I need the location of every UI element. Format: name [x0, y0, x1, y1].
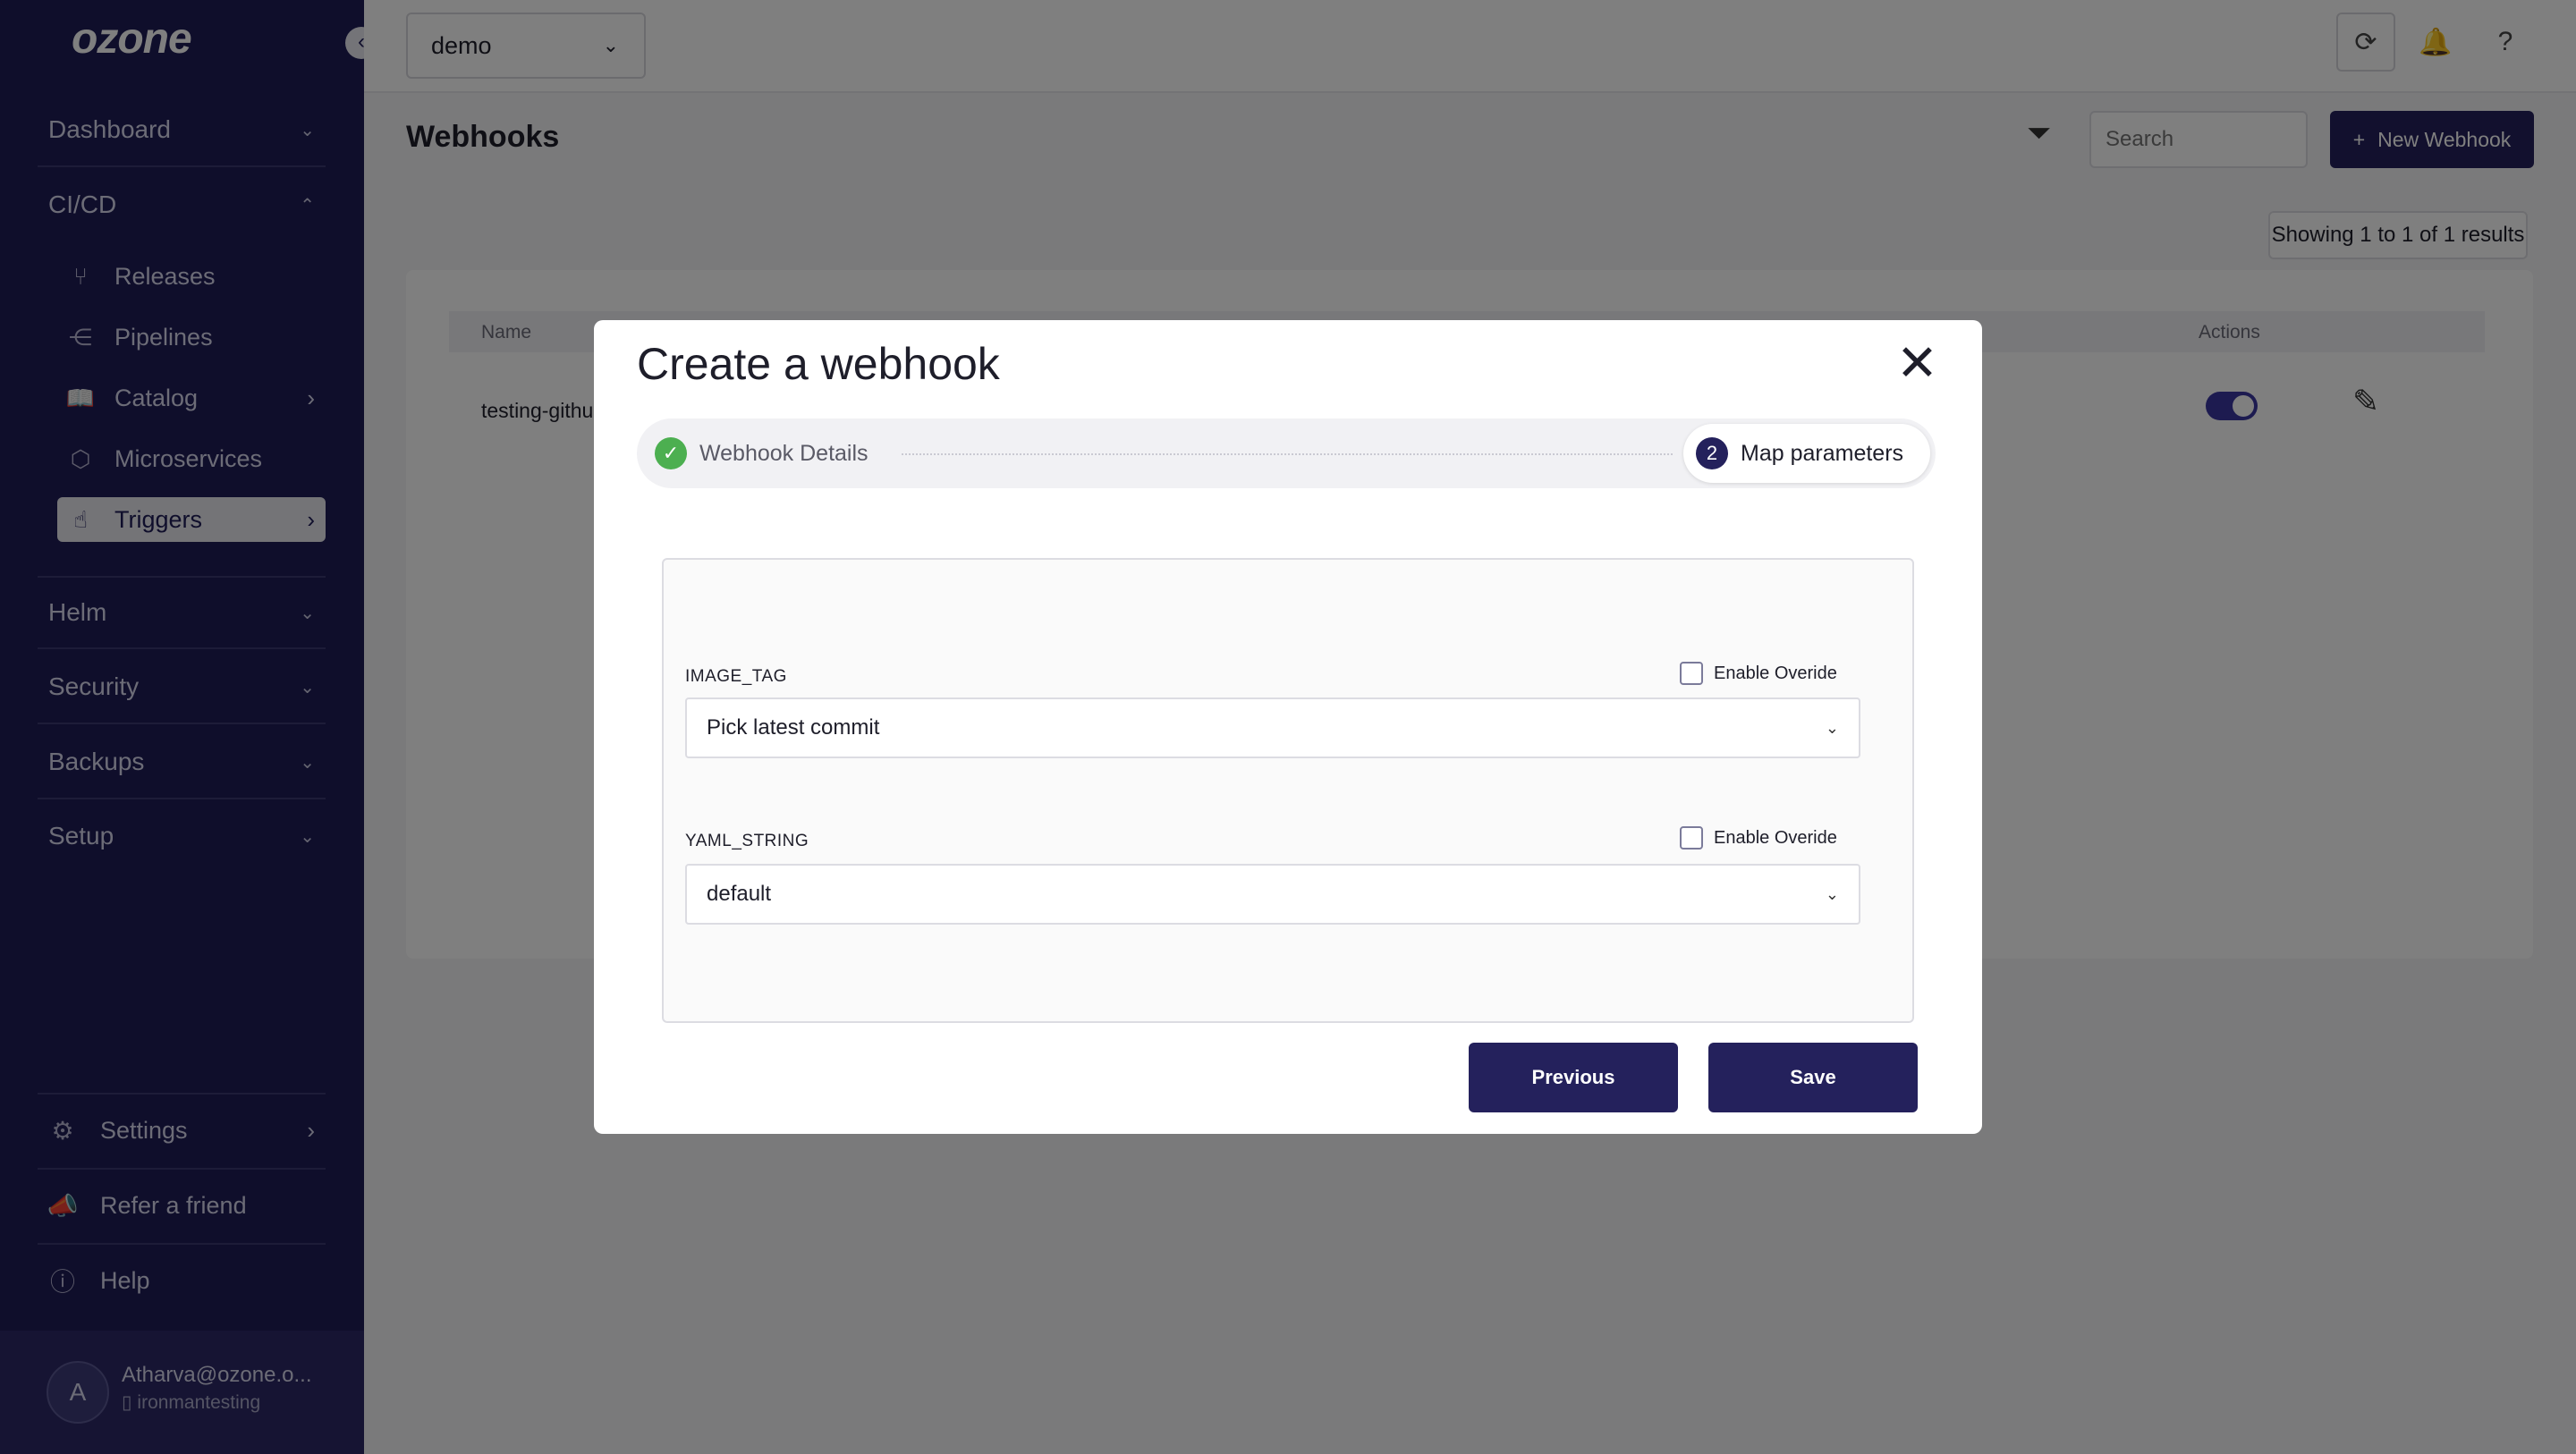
step-webhook-details[interactable]: Webhook Details — [699, 441, 869, 467]
image-tag-value: Pick latest commit — [707, 715, 880, 740]
close-icon: ✕ — [1896, 334, 1938, 391]
save-button[interactable]: Save — [1708, 1043, 1918, 1112]
close-button[interactable]: ✕ — [1896, 338, 1938, 388]
parameters-panel — [662, 558, 1914, 1023]
override-label: Enable Overide — [1714, 827, 1837, 848]
param-label-image-tag: IMAGE_TAG — [685, 667, 787, 686]
chevron-down-icon: ⌄ — [1825, 718, 1839, 737]
override-checkbox[interactable] — [1680, 826, 1703, 850]
enable-override-image-tag[interactable]: Enable Overide — [1680, 662, 1837, 685]
image-tag-select[interactable]: Pick latest commit ⌄ — [685, 697, 1860, 758]
check-icon: ✓ — [655, 437, 687, 469]
yaml-string-value: default — [707, 882, 772, 906]
yaml-string-select[interactable]: default ⌄ — [685, 864, 1860, 925]
chevron-down-icon: ⌄ — [1825, 884, 1839, 903]
step-map-parameters-label: Map parameters — [1741, 441, 1904, 466]
override-checkbox[interactable] — [1680, 662, 1703, 685]
step-number: 2 — [1696, 437, 1728, 469]
stepper-connector — [902, 453, 1673, 455]
modal-title: Create a webhook — [637, 339, 1000, 389]
override-label: Enable Overide — [1714, 663, 1837, 683]
param-label-yaml-string: YAML_STRING — [685, 832, 809, 850]
enable-override-yaml-string[interactable]: Enable Overide — [1680, 826, 1837, 850]
previous-button[interactable]: Previous — [1469, 1043, 1678, 1112]
